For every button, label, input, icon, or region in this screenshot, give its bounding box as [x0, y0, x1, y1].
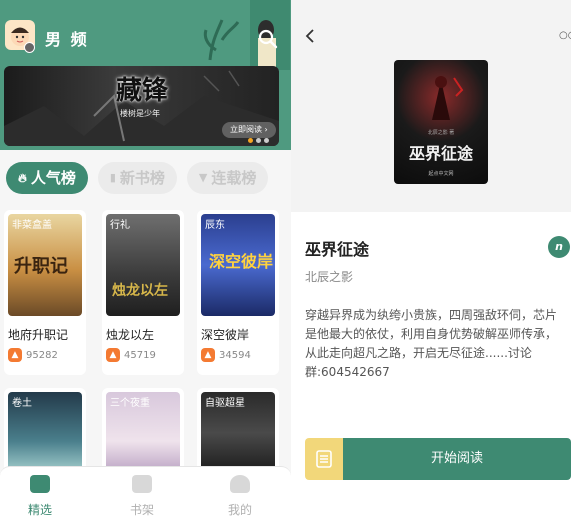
tab-label: 连载榜	[211, 169, 257, 187]
profile-icon	[230, 475, 250, 493]
banner-title: 藏锋	[116, 76, 169, 106]
cover-title-text: 巫界征途	[408, 144, 473, 163]
nav-bookshelf[interactable]: 书架	[112, 475, 172, 518]
book-popularity: ▲ 95282	[8, 348, 58, 362]
book-popularity: ▲ 34594	[201, 348, 251, 362]
cover-author-tag: 卷土	[12, 398, 32, 409]
cover-title-text: 烛龙以左	[112, 283, 168, 299]
book-detail-panel: ○○ 北辰之影 著 巫界征途 起点中文网 巫界征途 n 北辰之影 穿越异界成为纨…	[291, 0, 571, 525]
book-card[interactable]: 行礼 烛龙以左 烛龙以左 ▲ 45719	[102, 210, 184, 375]
popularity-count: 95282	[26, 349, 58, 361]
share-icon[interactable]: ○○	[559, 30, 571, 41]
nav-featured[interactable]: 精选	[10, 475, 70, 518]
banner-read-now-button[interactable]: 立即阅读 ›	[222, 122, 276, 138]
channel-title[interactable]: 男 频	[45, 26, 89, 50]
book-card[interactable]: 卷土	[4, 388, 86, 478]
book-cover: 卷土	[8, 392, 82, 474]
pagination-dot	[248, 138, 253, 143]
back-arrow-icon[interactable]	[303, 28, 317, 43]
nav-label: 书架	[129, 503, 154, 517]
nav-label: 精选	[27, 503, 52, 517]
tab-new-books[interactable]: ▮ 新书榜	[97, 162, 177, 194]
book-cover: 三个夜重	[106, 392, 180, 474]
pagination-dot	[264, 138, 269, 143]
cover-author-text: 北辰之影 著	[427, 130, 455, 136]
fire-icon: ▲	[201, 348, 215, 362]
add-to-shelf-button[interactable]	[305, 438, 343, 480]
cover-title-text: 深空彼岸	[209, 252, 274, 271]
start-reading-button[interactable]: 开始阅读	[343, 438, 571, 480]
book-cover: 非菜盒盖 升职记	[8, 214, 82, 316]
pagination-dot	[256, 138, 261, 143]
promo-banner[interactable]: 藏锋 楼树是少年 立即阅读 ›	[4, 66, 279, 146]
avatar-status-badge	[24, 42, 35, 53]
featured-icon	[30, 475, 50, 493]
popularity-count: 34594	[219, 349, 251, 361]
tab-label: 新书榜	[119, 169, 165, 187]
book-title: 烛龙以左	[106, 328, 155, 342]
novel-badge-icon: n	[548, 236, 570, 258]
book-title: 深空彼岸	[201, 328, 250, 342]
fire-icon: ▲	[106, 348, 120, 362]
cover-author-tag: 非菜盒盖	[12, 220, 52, 231]
book-cover: 行礼 烛龙以左	[106, 214, 180, 316]
nav-label: 我的	[227, 503, 252, 517]
book-popularity: ▲ 45719	[106, 348, 156, 362]
book-card[interactable]: 自驱超星	[197, 388, 279, 478]
book-icon: ▮	[109, 171, 116, 184]
tab-popular[interactable]: 🔥︎ 人气榜	[6, 162, 88, 194]
book-author[interactable]: 北辰之影	[305, 268, 353, 285]
fire-icon: ▲	[8, 348, 22, 362]
left-panel: 男 频 藏锋 楼树是少年 立即阅读 › 🔥︎ 人气榜 ▮ 新书榜 ▼ 连载榜 非…	[0, 0, 291, 525]
cover-title-text: 升职记	[14, 256, 68, 277]
cover-author-tag: 辰东	[205, 220, 225, 231]
book-card[interactable]: 三个夜重	[102, 388, 184, 478]
book-card[interactable]: 非菜盒盖 升职记 地府升职记 ▲ 95282	[4, 210, 86, 375]
fire-icon: 🔥︎	[18, 171, 27, 185]
book-title: 巫界征途	[305, 240, 370, 259]
banner-pagination	[248, 138, 269, 143]
cover-author-tag: 行礼	[110, 220, 130, 231]
book-description: 穿越异界成为纨绔小贵族，四周强敌环伺，芯片是他最大的依仗，利用自身优势破解巫师传…	[305, 308, 558, 379]
search-icon[interactable]	[257, 28, 279, 50]
book-title: 地府升职记	[8, 328, 69, 342]
popularity-count: 45719	[124, 349, 156, 361]
tab-serial[interactable]: ▼ 连载榜	[186, 162, 269, 194]
ranking-tabs: 🔥︎ 人气榜 ▮ 新书榜 ▼ 连载榜	[6, 162, 269, 194]
tab-label: 人气榜	[30, 169, 76, 187]
list-icon	[316, 450, 332, 468]
nav-profile[interactable]: 我的	[210, 475, 270, 518]
bookshelf-icon	[132, 475, 152, 493]
cover-publisher-text: 起点中文网	[428, 171, 454, 177]
read-action-bar: 开始阅读	[305, 438, 571, 480]
book-cover: 辰东 深空彼岸	[201, 214, 275, 316]
cover-author-tag: 自驱超星	[205, 398, 245, 409]
book-cover: 自驱超星	[201, 392, 275, 474]
book-cover: 北辰之影 著 巫界征途 起点中文网	[394, 60, 488, 184]
bottom-navigation: 精选 书架 我的	[0, 466, 291, 525]
cover-author-tag: 三个夜重	[110, 398, 150, 409]
book-card[interactable]: 辰东 深空彼岸 深空彼岸 ▲ 34594	[197, 210, 279, 375]
banner-subtitle: 楼树是少年	[120, 109, 160, 118]
shield-icon: ▼	[198, 171, 208, 184]
